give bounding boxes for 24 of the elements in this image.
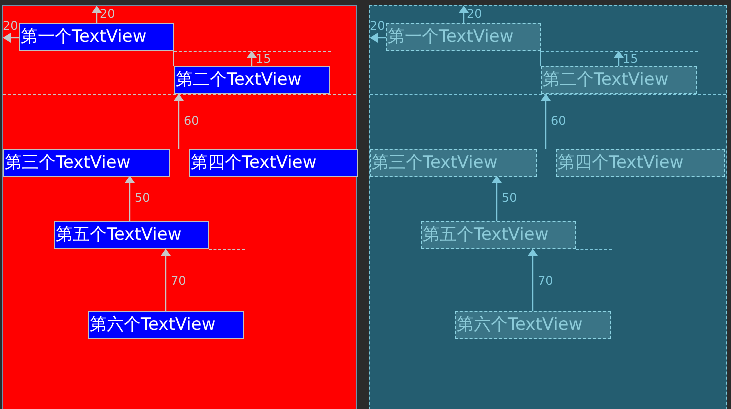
text-view[interactable]: 第五个TextView (54, 221, 209, 249)
margin-label: 15 (623, 52, 638, 66)
constraint-arrow (92, 6, 102, 23)
constraint-arrow (492, 176, 502, 221)
constraint-arrow (3, 33, 19, 43)
margin-label: 20 (100, 7, 116, 21)
margin-label: 20 (3, 19, 18, 33)
margin-label: 50 (135, 191, 150, 205)
margin-label: 20 (370, 19, 386, 33)
margin-label: 70 (171, 274, 186, 288)
margin-label: 60 (551, 114, 566, 128)
margin-label: 70 (538, 274, 554, 288)
constraint-arrow (125, 176, 135, 221)
text-view[interactable]: 第六个TextView (88, 311, 244, 339)
margin-label: 20 (467, 7, 482, 21)
margin-label: 60 (184, 114, 200, 128)
text-view[interactable]: 第三个TextView (3, 149, 170, 177)
constraint-arrow (528, 249, 538, 311)
text-view[interactable]: 第一个TextView (19, 23, 174, 51)
text-view[interactable]: 第四个TextView (189, 149, 358, 177)
text-view[interactable]: 第二个TextView (174, 66, 330, 94)
constraint-arrow (161, 249, 171, 311)
margin-label: 50 (502, 191, 518, 205)
margin-label: 15 (256, 52, 272, 66)
